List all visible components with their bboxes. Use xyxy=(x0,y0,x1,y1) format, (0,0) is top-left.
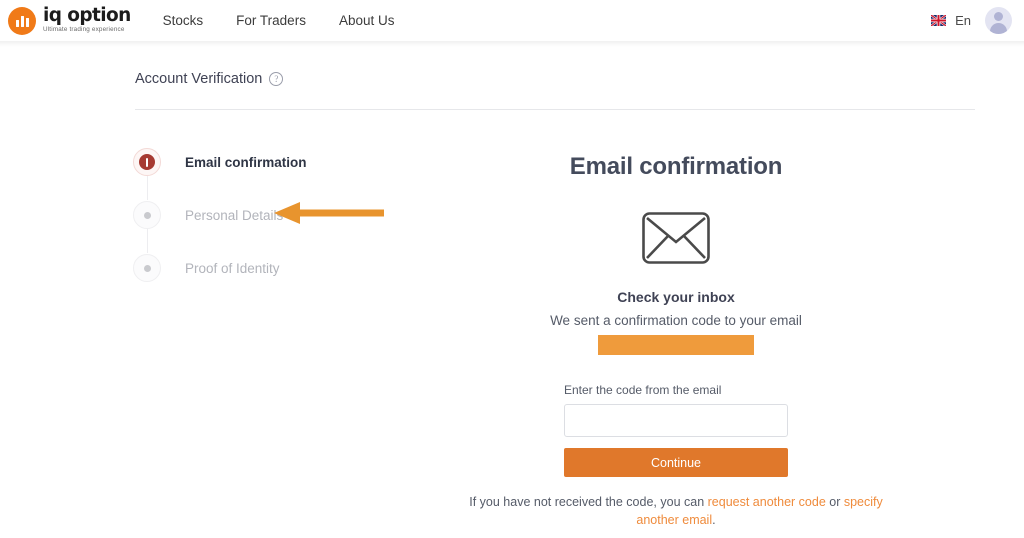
header-shadow xyxy=(0,41,1024,47)
footnote-middle: or xyxy=(825,495,844,509)
exclamation-circle-icon xyxy=(133,148,161,176)
envelope-icon xyxy=(460,211,892,265)
confirmation-code-input[interactable] xyxy=(564,404,788,437)
uk-flag-icon xyxy=(931,15,947,26)
stepper-label-email-confirmation: Email confirmation xyxy=(185,154,307,170)
logo-name: iq option xyxy=(43,4,131,26)
left-arrow-annotation-icon xyxy=(274,201,384,225)
inbox-heading: Check your inbox xyxy=(617,289,735,305)
stepper-connector xyxy=(146,175,148,200)
footnote-suffix: . xyxy=(712,513,716,528)
resend-footnote: If you have not received the code, you c… xyxy=(460,493,892,529)
redacted-email-bar xyxy=(598,335,754,355)
continue-button[interactable]: Continue xyxy=(564,448,788,477)
bar-chart-circle-icon xyxy=(8,6,36,35)
header-right-controls: En xyxy=(931,0,1012,41)
email-confirmation-panel: Email confirmation Check your inbox We s… xyxy=(460,47,892,529)
footnote-prefix: If you have not received the code, you c… xyxy=(469,495,708,509)
nav-item-about-us[interactable]: About Us xyxy=(339,13,395,28)
main-navigation: Stocks For Traders About Us xyxy=(163,13,395,28)
stepper-item-proof-of-identity[interactable]: Proof of Identity xyxy=(133,253,307,283)
site-logo[interactable]: iq option Ultimate trading experience xyxy=(8,4,131,35)
question-mark-circle-icon[interactable]: ? xyxy=(269,72,284,86)
stepper-item-email-confirmation[interactable]: Email confirmation xyxy=(133,147,307,200)
stepper-label-personal-details: Personal Details xyxy=(185,207,284,223)
request-another-code-link[interactable]: request another code xyxy=(708,495,826,509)
breadcrumb: Account Verification ? xyxy=(135,71,284,87)
page-body: Account Verification ? Email confirmatio… xyxy=(0,47,1024,538)
dot-icon xyxy=(133,201,161,229)
code-field-label: Enter the code from the email xyxy=(564,383,722,397)
code-field-block: Enter the code from the email Continue xyxy=(460,383,892,477)
stepper-connector xyxy=(146,228,148,253)
panel-title: Email confirmation xyxy=(569,153,783,180)
nav-item-stocks[interactable]: Stocks xyxy=(163,13,204,28)
page-title: Account Verification xyxy=(135,71,263,87)
logo-tagline: Ultimate trading experience xyxy=(43,26,125,34)
stepper-label-proof-of-identity: Proof of Identity xyxy=(185,260,280,276)
logo-text: iq option Ultimate trading experience xyxy=(43,4,131,35)
site-header: iq option Ultimate trading experience St… xyxy=(0,0,1024,41)
nav-item-for-traders[interactable]: For Traders xyxy=(236,13,306,28)
user-avatar-icon[interactable] xyxy=(985,7,1012,34)
inbox-subtext: We sent a confirmation code to your emai… xyxy=(550,313,802,328)
language-label[interactable]: En xyxy=(955,13,971,28)
dot-icon xyxy=(133,254,161,282)
